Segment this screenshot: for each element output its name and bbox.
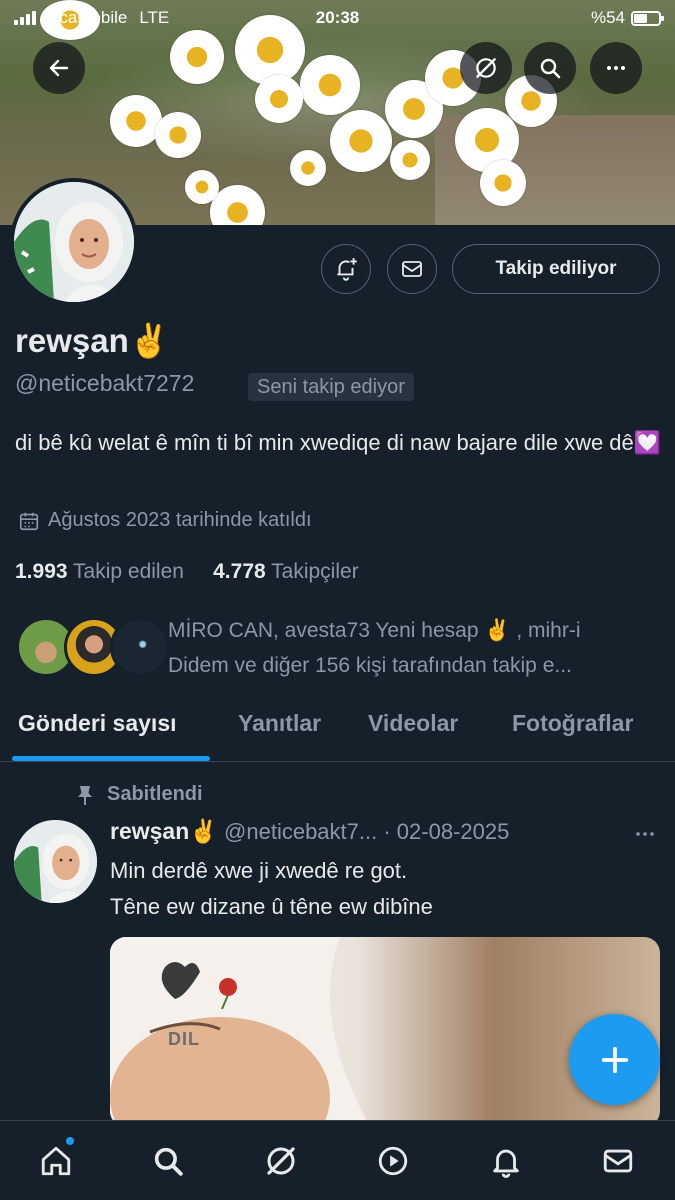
tweet-author-name[interactable]: rewşan✌️ <box>110 818 218 844</box>
profile-handle: @neticebakt7272 <box>15 370 195 396</box>
video-play-icon <box>378 1146 408 1176</box>
back-button[interactable] <box>33 42 85 94</box>
home-icon <box>41 1146 71 1176</box>
unread-dot <box>66 1137 74 1145</box>
tweet-more-button[interactable] <box>633 822 657 851</box>
more-options-button[interactable] <box>590 42 642 94</box>
follows-you-badge: Seni takip ediyor <box>248 373 414 401</box>
clock: 20:38 <box>315 8 360 27</box>
nav-home[interactable] <box>34 1137 78 1183</box>
followers-label: Takipçiler <box>271 560 359 583</box>
grok-icon <box>267 1147 295 1175</box>
status-bar: LycaMobile LTE 20:38 %54 <box>0 0 675 36</box>
mutual-followers-text[interactable]: MİRO CAN, avesta73 Yeni hesap ✌️ , mihr-… <box>168 613 648 683</box>
grok-icon <box>476 58 496 78</box>
bottom-navigation <box>0 1120 675 1200</box>
tweet-author-avatar[interactable] <box>14 820 97 903</box>
active-tab-indicator <box>12 756 210 761</box>
nav-messages[interactable] <box>596 1139 640 1183</box>
following-link[interactable]: 1.993 Takip edilen <box>15 560 184 583</box>
more-horizontal-icon <box>636 832 654 836</box>
pin-icon <box>78 785 92 805</box>
tweet-text-line-2: Têne ew dizane û têne ew dibîne <box>110 894 433 919</box>
daisy-flower <box>390 140 430 180</box>
tweet-date[interactable]: · 02-08-2025 <box>383 819 509 844</box>
tweet-text-line-1: Min derdê xwe ji xwedê re got. <box>110 858 408 883</box>
daisy-flower <box>300 55 360 115</box>
nav-grok[interactable] <box>259 1139 303 1183</box>
following-label: Takip edilen <box>73 560 184 583</box>
avatar <box>110 617 170 677</box>
avatar-photo <box>14 182 134 302</box>
mutual-followers-avatars[interactable] <box>16 617 170 679</box>
daisy-flower <box>110 95 162 147</box>
profile-bio: di bê kû welat ê mîn ti bî min xwediqe d… <box>15 430 662 455</box>
followers-count: 4.778 <box>213 560 266 583</box>
followers-link[interactable]: 4.778 Takipçiler <box>213 560 359 583</box>
plus-icon <box>601 1046 628 1073</box>
pinned-text: Sabitlendi <box>107 783 203 805</box>
profile-name: rewşan✌️ <box>15 322 170 359</box>
daisy-flower <box>185 170 219 204</box>
nav-notifications[interactable] <box>484 1139 528 1183</box>
join-date-text: Ağustos 2023 tarihinde katıldı <box>48 509 312 531</box>
grok-button[interactable] <box>460 42 512 94</box>
mutual-line-2: Didem ve diğer 156 kişi tarafından takip… <box>168 654 572 677</box>
follow-stats: 1.993 Takip edilen 4.778 Takipçiler <box>15 560 359 584</box>
daisy-flower <box>480 160 526 206</box>
calendar-icon <box>19 512 39 530</box>
nav-video[interactable] <box>371 1139 415 1183</box>
message-button[interactable] <box>387 244 437 294</box>
tweet-header: rewşan✌️ @neticebakt7... · 02-08-2025 <box>110 818 509 845</box>
pinned-label: Sabitlendi <box>75 783 203 806</box>
compose-post-button[interactable] <box>569 1014 660 1105</box>
arrow-left-icon <box>49 59 69 77</box>
tab-videos[interactable]: Videolar <box>368 710 458 737</box>
tab-photos[interactable]: Fotoğraflar <box>512 710 633 737</box>
profile-tabs: Gönderi sayısı Yanıtlar Videolar Fotoğra… <box>0 700 675 762</box>
daisy-flower <box>330 110 392 172</box>
tweet-text: Min derdê xwe ji xwedê re got. Têne ew d… <box>110 853 433 925</box>
following-button[interactable]: Takip ediliyor <box>452 244 660 294</box>
search-button[interactable] <box>524 42 576 94</box>
daisy-flower <box>255 75 303 123</box>
nav-search[interactable] <box>146 1139 190 1183</box>
tab-posts[interactable]: Gönderi sayısı <box>18 710 177 737</box>
battery-percent: %54 <box>590 8 625 27</box>
join-date: Ağustos 2023 tarihinde katıldı <box>18 509 312 532</box>
mail-icon <box>402 261 422 277</box>
bell-icon <box>493 1149 519 1178</box>
more-horizontal-icon <box>607 66 625 70</box>
avatar-photo <box>14 820 97 903</box>
notify-subscribe-button[interactable] <box>321 244 371 294</box>
bell-plus-icon <box>337 258 357 281</box>
media-overlay-text: DIL <box>168 1029 200 1049</box>
daisy-flower <box>290 150 326 186</box>
battery-icon <box>631 10 664 26</box>
tab-replies[interactable]: Yanıtlar <box>238 710 321 737</box>
search-icon <box>154 1147 183 1176</box>
mail-icon <box>603 1149 633 1173</box>
daisy-flower <box>170 30 224 84</box>
tweet-author-handle[interactable]: @neticebakt7... <box>224 819 377 844</box>
following-count: 1.993 <box>15 560 68 583</box>
profile-avatar[interactable] <box>10 178 138 306</box>
mutual-line-1: MİRO CAN, avesta73 Yeni hesap ✌️ , mihr-… <box>168 619 581 642</box>
search-icon <box>540 58 561 79</box>
daisy-flower <box>155 112 201 158</box>
